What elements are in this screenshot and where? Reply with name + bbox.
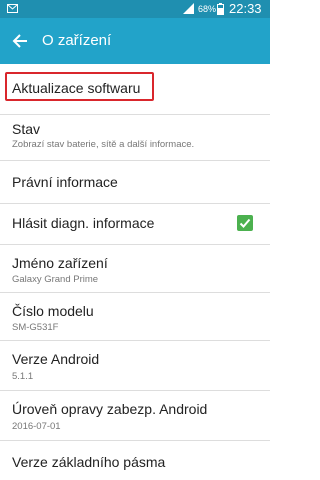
battery-percent: 68%	[198, 4, 217, 14]
checkmark-icon	[239, 218, 251, 228]
back-button[interactable]	[6, 27, 34, 55]
diagnostics-checkbox[interactable]	[237, 215, 253, 231]
item-title: Verze základního pásma	[12, 454, 166, 470]
list-item-security-patch[interactable]: Úroveň opravy zabezp. Android 2016-07-01	[0, 391, 270, 440]
item-subtitle: 5.1.1	[12, 371, 34, 382]
item-title: Stav	[12, 121, 41, 137]
item-subtitle: Galaxy Grand Prime	[12, 274, 99, 285]
list-item-baseband-version[interactable]: Verze základního pásma	[0, 441, 270, 480]
item-subtitle: Zobrazí stav baterie, sítě a další infor…	[12, 139, 195, 150]
list-item-legal-info[interactable]: Právní informace	[0, 161, 270, 203]
item-title: Úroveň opravy zabezp. Android	[12, 401, 208, 417]
status-time: 22:33	[229, 1, 262, 16]
item-subtitle: 2016-07-01	[12, 421, 61, 432]
app-bar: O zařízení	[0, 18, 270, 64]
list-item-device-name[interactable]: Jméno zařízení Galaxy Grand Prime	[0, 245, 270, 292]
item-title: Verze Android	[12, 351, 100, 367]
list-item-model-number[interactable]: Číslo modelu SM-G531F	[0, 293, 270, 340]
item-subtitle: SM-G531F	[12, 322, 59, 333]
item-title: Jméno zařízení	[12, 255, 108, 271]
list-item-report-diagnostics[interactable]: Hlásit diagn. informace	[0, 204, 270, 244]
page-title: O zařízení	[42, 32, 112, 49]
battery-icon	[217, 3, 224, 15]
highlight-box	[5, 72, 154, 101]
arrow-back-icon	[12, 34, 27, 48]
item-title: Číslo modelu	[12, 303, 94, 319]
signal-icon	[183, 3, 194, 14]
item-title: Právní informace	[12, 174, 118, 190]
list-item-android-version[interactable]: Verze Android 5.1.1	[0, 341, 270, 390]
mail-icon	[7, 4, 18, 13]
list-item-status[interactable]: Stav Zobrazí stav baterie, sítě a další …	[0, 115, 270, 160]
status-bar: 68% 22:33	[0, 0, 270, 18]
item-title: Hlásit diagn. informace	[12, 215, 155, 231]
